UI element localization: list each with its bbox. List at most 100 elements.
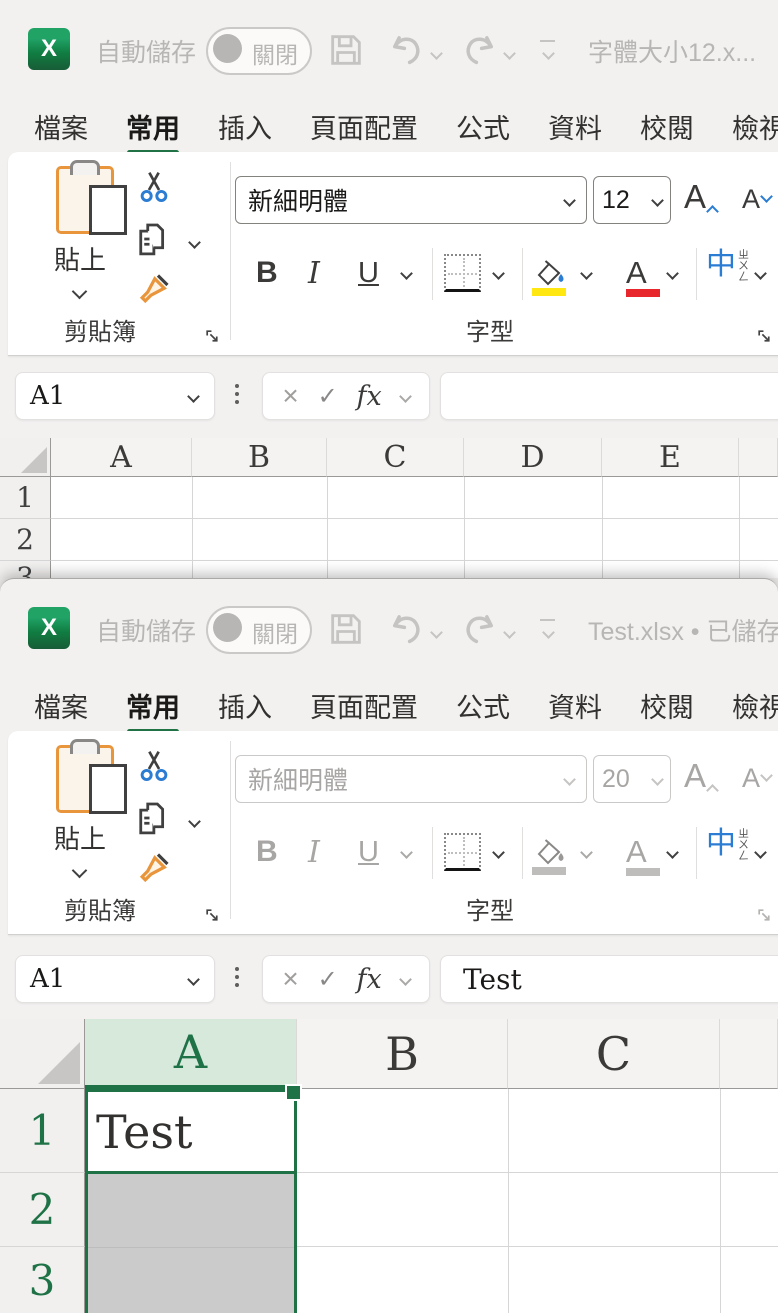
font-color-dropdown-icon[interactable]: [666, 829, 679, 875]
row-header-1[interactable]: 1: [0, 477, 51, 519]
customize-quick-access-icon[interactable]: [540, 40, 556, 63]
tab-insert[interactable]: 插入: [218, 686, 272, 725]
column-header-f-partial[interactable]: [739, 438, 778, 477]
copy-icon[interactable]: [132, 797, 174, 839]
fx-dropdown-icon[interactable]: [398, 972, 412, 986]
tab-formulas[interactable]: 公式: [456, 107, 510, 146]
paste-dropdown-icon[interactable]: [71, 862, 88, 881]
selected-column-a-cells[interactable]: [85, 1173, 297, 1313]
paste-button[interactable]: 貼上: [8, 731, 128, 891]
formula-input[interactable]: [440, 372, 778, 420]
tab-page-layout[interactable]: 頁面配置: [310, 107, 418, 146]
redo-icon[interactable]: [458, 30, 500, 72]
row-header-2[interactable]: 2: [0, 1173, 85, 1247]
borders-button[interactable]: [444, 250, 481, 296]
tab-file[interactable]: 檔案: [34, 107, 88, 146]
cancel-entry-icon[interactable]: ×: [282, 963, 298, 995]
formula-bar-drag-handle[interactable]: [235, 967, 239, 987]
copy-dropdown-icon[interactable]: [188, 813, 201, 831]
tab-review[interactable]: 校閱: [640, 686, 694, 725]
phonetic-guide-button[interactable]: 中 ㄓㄨㄥ: [706, 250, 751, 296]
grid-row-2-cells[interactable]: [51, 519, 778, 561]
name-box-dropdown-icon[interactable]: [187, 389, 200, 403]
column-header-b[interactable]: B: [297, 1019, 508, 1089]
selection-handle[interactable]: [285, 1084, 302, 1101]
fx-dropdown-icon[interactable]: [398, 389, 412, 403]
autosave-toggle[interactable]: 關閉: [206, 606, 312, 654]
tab-formulas[interactable]: 公式: [456, 686, 510, 725]
insert-function-icon[interactable]: fx: [357, 964, 382, 995]
font-color-dropdown-icon[interactable]: [666, 250, 679, 296]
tab-home[interactable]: 常用: [126, 686, 180, 734]
undo-icon[interactable]: [386, 609, 428, 651]
name-box[interactable]: A1: [15, 372, 215, 420]
cut-icon[interactable]: [138, 168, 170, 204]
borders-dropdown-icon[interactable]: [492, 829, 505, 875]
tab-view[interactable]: 檢視: [732, 107, 778, 146]
redo-dropdown-icon[interactable]: [503, 45, 516, 63]
save-icon[interactable]: [326, 30, 366, 70]
phonetic-guide-button[interactable]: 中 ㄓㄨㄥ: [706, 829, 751, 875]
tab-view[interactable]: 檢視: [732, 686, 778, 725]
fill-color-button[interactable]: [532, 250, 568, 296]
paste-dropdown-icon[interactable]: [71, 283, 88, 302]
insert-function-icon[interactable]: fx: [357, 381, 382, 412]
format-painter-icon[interactable]: [134, 849, 174, 887]
tab-page-layout[interactable]: 頁面配置: [310, 686, 418, 725]
cancel-entry-icon[interactable]: ×: [282, 380, 298, 412]
underline-dropdown-icon[interactable]: [400, 250, 413, 296]
font-name-combo[interactable]: 新細明體: [235, 176, 587, 224]
tab-insert[interactable]: 插入: [218, 107, 272, 146]
clipboard-dialog-launcher-icon[interactable]: [204, 328, 221, 345]
cut-icon[interactable]: [138, 747, 170, 783]
underline-button[interactable]: U: [358, 250, 379, 296]
undo-dropdown-icon[interactable]: [430, 45, 443, 63]
borders-dropdown-icon[interactable]: [492, 250, 505, 296]
clipboard-dialog-launcher-icon[interactable]: [204, 907, 221, 924]
undo-icon[interactable]: [386, 30, 428, 72]
font-name-dropdown-icon[interactable]: [563, 193, 576, 207]
row-header-3[interactable]: 3: [0, 561, 51, 578]
name-box[interactable]: A1: [15, 955, 215, 1003]
paste-button[interactable]: 貼上: [8, 152, 128, 312]
borders-button[interactable]: [444, 829, 481, 875]
enter-entry-icon[interactable]: ✓: [318, 965, 338, 994]
grid-row-1-cells[interactable]: [51, 477, 778, 519]
column-header-c[interactable]: C: [327, 438, 464, 477]
column-header-a[interactable]: A: [85, 1019, 297, 1089]
row-header-3[interactable]: 3: [0, 1247, 85, 1313]
tab-file[interactable]: 檔案: [34, 686, 88, 725]
font-color-button[interactable]: A: [626, 250, 660, 297]
row-header-2[interactable]: 2: [0, 519, 51, 561]
row-header-1[interactable]: 1: [0, 1089, 85, 1173]
phonetic-dropdown-icon[interactable]: [754, 829, 767, 875]
font-size-combo[interactable]: 12: [593, 176, 671, 224]
customize-quick-access-icon[interactable]: [540, 619, 556, 642]
select-all-corner[interactable]: [0, 1019, 85, 1089]
tab-data[interactable]: 資料: [548, 107, 602, 146]
tab-review[interactable]: 校閱: [640, 107, 694, 146]
column-header-d-partial[interactable]: [720, 1019, 778, 1089]
phonetic-dropdown-icon[interactable]: [754, 250, 767, 296]
column-header-c[interactable]: C: [508, 1019, 720, 1089]
tab-data[interactable]: 資料: [548, 686, 602, 725]
autosave-toggle[interactable]: 關閉: [206, 27, 312, 75]
column-header-b[interactable]: B: [192, 438, 327, 477]
grow-font-button[interactable]: A: [684, 178, 719, 218]
font-dialog-launcher-icon[interactable]: [756, 328, 773, 345]
name-box-dropdown-icon[interactable]: [187, 972, 200, 986]
tab-home[interactable]: 常用: [126, 107, 180, 155]
grid-row-3-cells[interactable]: [51, 561, 778, 578]
shrink-font-button[interactable]: A: [742, 184, 773, 215]
copy-icon[interactable]: [132, 218, 174, 260]
column-header-a[interactable]: A: [51, 438, 192, 477]
bold-button[interactable]: B: [256, 250, 278, 296]
save-icon[interactable]: [326, 609, 366, 649]
column-header-e[interactable]: E: [602, 438, 739, 477]
italic-button[interactable]: I: [308, 250, 320, 296]
copy-dropdown-icon[interactable]: [188, 234, 201, 252]
formula-bar-drag-handle[interactable]: [235, 384, 239, 404]
fill-color-dropdown-icon[interactable]: [580, 250, 593, 296]
enter-entry-icon[interactable]: ✓: [318, 382, 338, 411]
undo-dropdown-icon[interactable]: [430, 624, 443, 642]
